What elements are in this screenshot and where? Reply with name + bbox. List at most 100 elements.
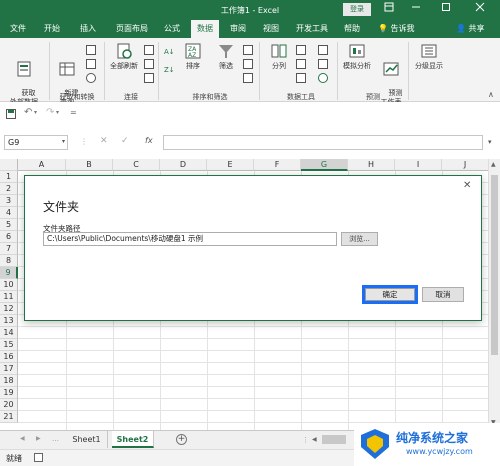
remove-duplicates-icon[interactable] xyxy=(296,59,306,69)
expand-formula-bar-icon[interactable]: ▾ xyxy=(488,138,492,146)
row-header[interactable]: 19 xyxy=(0,387,18,399)
row-header[interactable]: 14 xyxy=(0,327,18,339)
row-header[interactable]: 6 xyxy=(0,231,18,243)
row-header[interactable]: 16 xyxy=(0,351,18,363)
row-header[interactable]: 1 xyxy=(0,171,18,183)
row-header[interactable]: 7 xyxy=(0,243,18,255)
redo-icon[interactable]: ↷ xyxy=(46,107,54,118)
tab-page-layout[interactable]: 页面布局 xyxy=(110,20,154,38)
close-icon[interactable] xyxy=(470,2,490,17)
clear-filter-icon[interactable] xyxy=(243,45,253,55)
row-header[interactable]: 18 xyxy=(0,375,18,387)
insert-function-icon[interactable]: fx xyxy=(145,136,153,145)
row-header[interactable]: 15 xyxy=(0,339,18,351)
column-header[interactable]: F xyxy=(254,159,301,171)
connections-icon[interactable] xyxy=(144,45,154,55)
scroll-sheets-left-icon[interactable]: ◀ xyxy=(20,435,25,442)
row-header[interactable]: 3 xyxy=(0,195,18,207)
manage-data-model-icon[interactable] xyxy=(318,73,328,83)
row-header[interactable]: 5 xyxy=(0,219,18,231)
show-queries-icon[interactable] xyxy=(86,45,96,55)
login-button[interactable]: 登录 xyxy=(343,3,371,16)
undo-dropdown-icon[interactable]: ▾ xyxy=(34,109,37,116)
tab-help[interactable]: 帮助 xyxy=(340,20,364,38)
tab-insert[interactable]: 插入 xyxy=(76,20,100,38)
redo-dropdown-icon[interactable]: ▾ xyxy=(56,109,59,116)
row-header[interactable]: 2 xyxy=(0,183,18,195)
relationships-icon[interactable] xyxy=(318,59,328,69)
row-header[interactable]: 10 xyxy=(0,279,18,291)
undo-icon[interactable]: ↶ xyxy=(24,107,32,118)
row-header[interactable]: 11 xyxy=(0,291,18,303)
recent-sources-icon[interactable] xyxy=(86,73,96,83)
ok-button-highlight[interactable]: 确定 xyxy=(362,285,418,304)
tab-review[interactable]: 审阅 xyxy=(226,20,250,38)
sort-descending-icon[interactable]: Z↓ xyxy=(164,65,175,75)
sheet-tab-sheet1[interactable]: Sheet1 xyxy=(66,431,108,448)
row-header[interactable]: 21 xyxy=(0,411,18,423)
browse-button[interactable]: 浏览... xyxy=(341,232,378,246)
tab-data[interactable]: 数据 xyxy=(191,20,219,38)
tab-developer[interactable]: 开发工具 xyxy=(292,20,332,38)
scroll-sheets-right-icon[interactable]: ▶ xyxy=(36,435,41,442)
sheet-tab-sheet2[interactable]: Sheet2 xyxy=(112,431,154,448)
name-box-dropdown-icon[interactable]: ▾ xyxy=(62,138,65,145)
column-header[interactable]: E xyxy=(207,159,254,171)
row-header[interactable]: 12 xyxy=(0,303,18,315)
macro-record-icon[interactable] xyxy=(34,453,43,462)
sort-ascending-icon[interactable]: A↓ xyxy=(164,47,175,57)
row-header[interactable]: 13 xyxy=(0,315,18,327)
reapply-icon[interactable] xyxy=(243,59,253,69)
tab-home[interactable]: 开始 xyxy=(40,20,64,38)
ok-button[interactable]: 确定 xyxy=(365,288,415,301)
cancel-icon[interactable]: ✕ xyxy=(100,136,108,146)
what-if-analysis-button[interactable]: 模拟分析 xyxy=(340,42,374,71)
row-header[interactable]: 20 xyxy=(0,399,18,411)
column-header[interactable]: A xyxy=(18,159,66,171)
column-header[interactable]: C xyxy=(113,159,160,171)
add-sheet-icon[interactable]: + xyxy=(176,434,187,445)
flash-fill-icon[interactable] xyxy=(296,45,306,55)
outline-button[interactable]: 分级显示 xyxy=(410,42,448,71)
data-validation-icon[interactable] xyxy=(296,73,306,83)
scroll-thumb[interactable] xyxy=(491,175,498,355)
column-header[interactable]: I xyxy=(395,159,442,171)
column-header[interactable]: J xyxy=(442,159,488,171)
enter-icon[interactable]: ✓ xyxy=(121,136,129,146)
filter-button[interactable]: 筛选 xyxy=(213,42,239,71)
maximize-icon[interactable] xyxy=(436,2,456,17)
properties-icon[interactable] xyxy=(144,59,154,69)
from-table-icon[interactable] xyxy=(86,59,96,69)
share-button[interactable]: 👤 共享 xyxy=(456,20,485,38)
column-header[interactable]: B xyxy=(66,159,113,171)
dialog-close-icon[interactable]: ✕ xyxy=(463,180,471,191)
sort-button[interactable]: ZA AZ 排序 xyxy=(180,42,206,71)
cancel-button[interactable]: 取消 xyxy=(422,287,464,302)
collapse-ribbon-icon[interactable]: ∧ xyxy=(488,90,494,99)
column-header[interactable]: H xyxy=(348,159,395,171)
hscroll-thumb[interactable] xyxy=(322,435,346,444)
name-box[interactable]: G9 xyxy=(4,135,68,150)
minimize-icon[interactable] xyxy=(406,2,426,17)
edit-links-icon[interactable] xyxy=(144,73,154,83)
column-header-selected[interactable]: G xyxy=(301,159,348,171)
advanced-filter-icon[interactable] xyxy=(243,73,253,83)
row-header[interactable]: 17 xyxy=(0,363,18,375)
more-sheets-icon[interactable]: … xyxy=(52,435,59,443)
tab-formulas[interactable]: 公式 xyxy=(160,20,184,38)
tab-file[interactable]: 文件 xyxy=(6,20,30,38)
text-to-columns-button[interactable]: 分列 xyxy=(266,42,292,71)
ribbon-display-options-icon[interactable] xyxy=(379,2,399,17)
folder-path-input[interactable]: C:\Users\Public\Documents\移动硬盘1 示例 xyxy=(43,232,337,246)
row-header[interactable]: 8 xyxy=(0,255,18,267)
save-icon[interactable] xyxy=(6,109,16,121)
tab-view[interactable]: 视图 xyxy=(259,20,283,38)
refresh-all-button[interactable]: 全部刷新 xyxy=(107,42,141,71)
row-header[interactable]: 4 xyxy=(0,207,18,219)
select-all-corner[interactable] xyxy=(0,159,18,171)
scroll-up-icon[interactable]: ▲ xyxy=(491,161,496,168)
vertical-scrollbar[interactable]: ▲ ▼ xyxy=(488,159,500,430)
row-header-selected[interactable]: 9 xyxy=(0,267,18,279)
column-header[interactable]: D xyxy=(160,159,207,171)
formula-input[interactable] xyxy=(163,135,483,150)
